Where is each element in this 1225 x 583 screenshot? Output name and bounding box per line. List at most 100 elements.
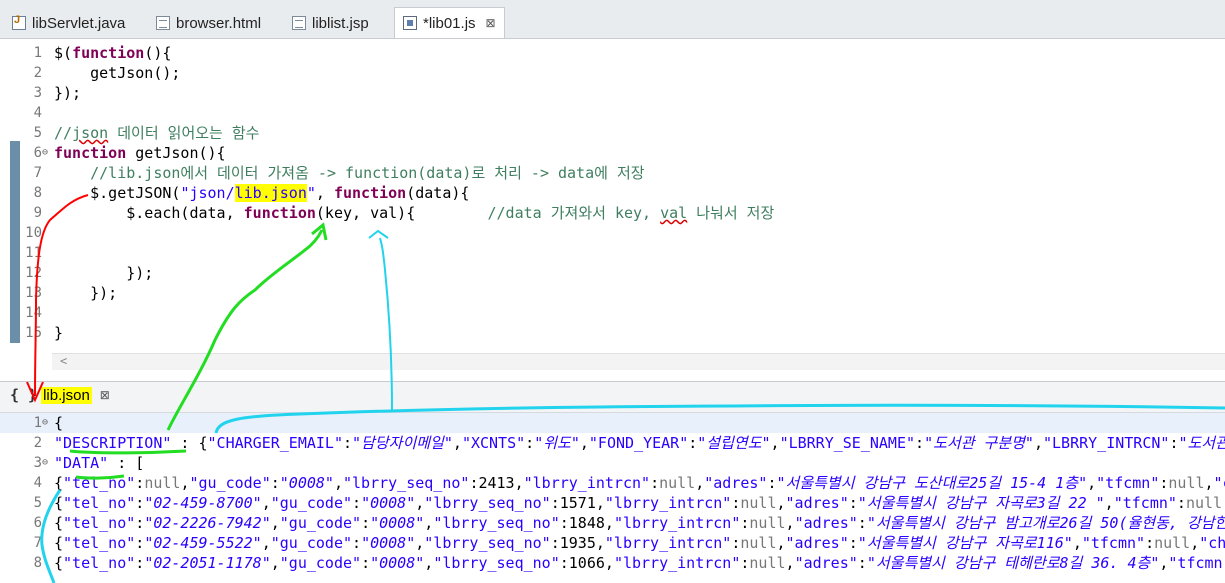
code-line: 6 ⊖ function getJson(){	[0, 143, 1225, 163]
code-token: "lbrry_seq_no"	[433, 514, 560, 532]
code-token: "도서관 소개"	[1178, 434, 1225, 452]
code-token: "adres"	[794, 514, 858, 532]
code-token: ,	[1072, 534, 1082, 552]
code-token: $.getJSON(	[54, 184, 181, 202]
code-token: ,	[424, 554, 434, 572]
code-line: 12 });	[0, 263, 1225, 283]
code-token: $(	[54, 44, 73, 62]
code-token: "XCNTS"	[461, 434, 526, 452]
code-line: 11	[0, 243, 1225, 263]
code-token: "도서관 구분명"	[924, 434, 1034, 452]
code-text: $.each(data, function(key, val){ //data …	[54, 203, 774, 223]
code-token: "위도"	[534, 434, 580, 452]
code-token: "tfcmn"	[1081, 534, 1146, 552]
code-text: function getJson(){	[54, 143, 226, 163]
code-token: ,	[415, 534, 425, 552]
code-token: "adres"	[704, 474, 768, 492]
code-token: ,	[1190, 534, 1200, 552]
fold-toggle-icon[interactable]: ⊖	[42, 413, 52, 433]
code-token: "DATA"	[54, 454, 109, 472]
code-token: ,	[785, 514, 795, 532]
code-token: ,	[424, 514, 434, 532]
code-line: 13 });	[0, 283, 1225, 303]
code-token: "lbrry_intrcn"	[613, 514, 741, 532]
code-token: ,	[595, 534, 605, 552]
code-text: {"tel_no":"02-2226-7942","gu_code":"0008…	[54, 513, 1225, 533]
code-token: "json/	[180, 184, 235, 202]
code-text: getJson();	[54, 63, 180, 83]
tab-lib01-js[interactable]: *lib01.js ⊠	[394, 7, 505, 38]
line-number: 15	[25, 325, 42, 341]
code-token: 1066	[568, 554, 605, 572]
code-token: null	[740, 494, 777, 512]
code-token: :	[559, 514, 569, 532]
tab-libservlet-java[interactable]: libServlet.java	[4, 8, 133, 38]
horizontal-scrollbar[interactable]: <	[52, 353, 1225, 370]
code-token: ,	[1204, 474, 1214, 492]
code-token: :	[135, 514, 145, 532]
code-token: ,	[1104, 494, 1114, 512]
close-tab-icon[interactable]: ⊠	[100, 388, 110, 402]
code-token: ,	[1087, 474, 1097, 492]
code-token: {	[54, 554, 64, 572]
code-token: "FOND_YEAR"	[588, 434, 689, 452]
jsp-file-icon	[292, 16, 306, 30]
code-line: 4	[0, 103, 1225, 123]
close-tab-icon[interactable]: ⊠	[486, 16, 496, 30]
code-token: ,	[776, 534, 786, 552]
code-text: {"tel_no":"02-2051-1178","gu_code":"0008…	[54, 553, 1225, 573]
tab-lib-json[interactable]: { } lib.json ⊠	[10, 386, 110, 404]
code-token: "CHARGER_EMAIL"	[207, 434, 343, 452]
code-token: "cha	[1213, 474, 1225, 492]
code-token: :	[915, 434, 925, 452]
code-token: ,	[604, 554, 614, 572]
code-token: :	[361, 554, 371, 572]
code-token: ,	[770, 434, 780, 452]
code-line: 4 {"tel_no":null,"gu_code":"0008","lbrry_…	[0, 473, 1225, 493]
code-token: ,	[315, 184, 334, 202]
code-token: "0008"	[370, 514, 425, 532]
code-token: });	[54, 284, 118, 302]
code-token: ,	[270, 554, 280, 572]
code-token: $.each(data,	[54, 204, 244, 222]
code-token: "서울특별시 강남구 밤고개로26길 50(율현동, 강남한신휴	[866, 514, 1225, 532]
line-number: 4	[33, 475, 42, 491]
scroll-left-icon[interactable]: <	[60, 354, 67, 368]
code-token: "lbrry_seq_no"	[424, 534, 551, 552]
code-token: "02-2051-1178"	[144, 554, 271, 572]
code-token: ,	[695, 474, 705, 492]
code-token: (data){	[406, 184, 470, 202]
code-token: : {	[171, 434, 208, 452]
line-number: 12	[25, 265, 42, 281]
tab-label: libServlet.java	[32, 14, 126, 32]
line-number: 1	[33, 45, 42, 61]
code-text: //json 데이터 읽어오는 함수	[54, 123, 259, 143]
code-token: :	[1145, 534, 1155, 552]
json-editor[interactable]: 1 ⊖{2 "DESCRIPTION" : {"CHARGER_EMAIL":"담당…	[0, 413, 1225, 583]
code-token: {	[54, 534, 64, 552]
code-token: null	[1185, 494, 1223, 512]
tab-browser-html[interactable]: browser.html	[148, 8, 269, 38]
code-text: {"tel_no":null,"gu_code":"0008","lbrry_s…	[54, 473, 1225, 493]
code-token: :	[857, 554, 867, 572]
code-line: 7 //lib.json에서 데이터 가져옴 -> function(data)…	[0, 163, 1225, 183]
line-number: 3	[33, 455, 42, 471]
tab-liblist-jsp[interactable]: liblist.jsp	[284, 8, 377, 38]
code-token: ,	[333, 474, 343, 492]
code-text: "DATA" : [	[54, 453, 144, 473]
code-token: {	[54, 514, 64, 532]
code-token: 1848	[568, 514, 605, 532]
code-token: //lib.json에서 데이터 가져옴 -> function(data)로 …	[54, 164, 645, 182]
code-token: "lbrry_intrcn"	[613, 554, 741, 572]
code-line: 9 $.each(data, function(key, val){ //dat…	[0, 203, 1225, 223]
js-editor[interactable]: 1 $(function(){2 getJson(); 3}); 4 5//json 데…	[0, 39, 1225, 381]
fold-toggle-icon[interactable]: ⊖	[42, 453, 52, 473]
code-token: :	[857, 514, 867, 532]
code-text: });	[54, 283, 117, 303]
code-token: "tel_no"	[63, 554, 136, 572]
tab-label: *lib01.js	[423, 14, 476, 32]
code-token: :	[135, 474, 145, 492]
code-token: :	[270, 474, 280, 492]
fold-toggle-icon[interactable]: ⊖	[42, 143, 52, 163]
line-number: 1	[33, 415, 42, 431]
